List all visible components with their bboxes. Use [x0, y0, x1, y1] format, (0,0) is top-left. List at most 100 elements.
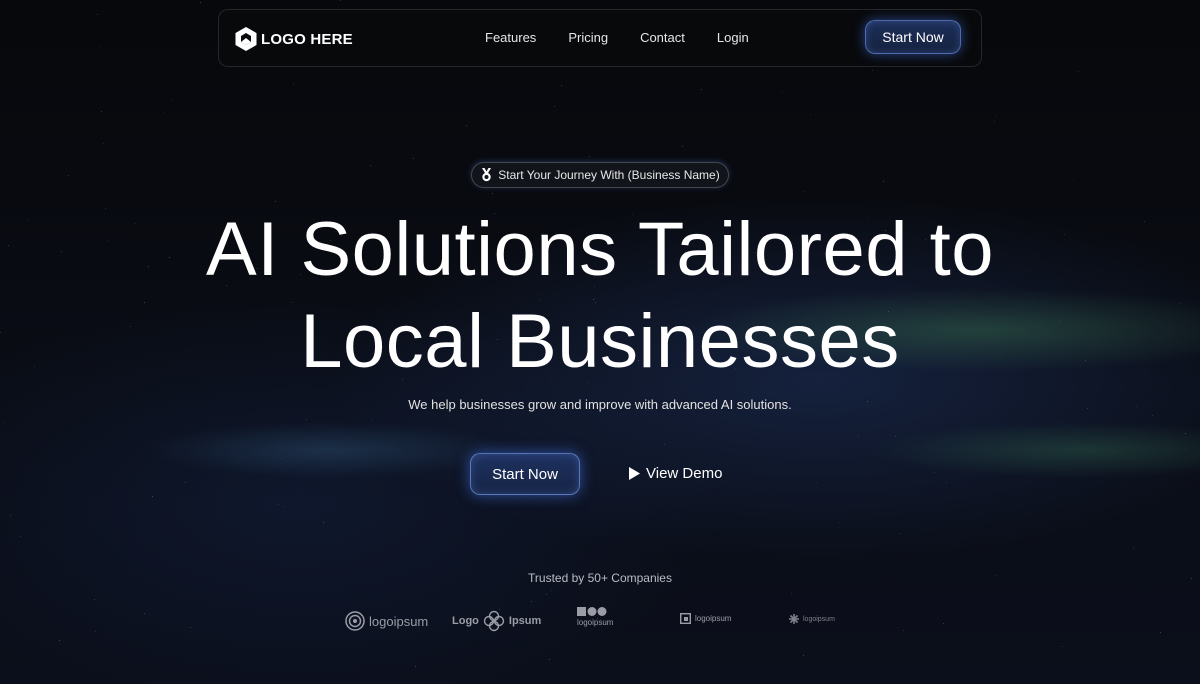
navbar: LOGO HERE Features Pricing Contact Login…: [218, 9, 982, 67]
star: [899, 533, 900, 534]
partner-logo-5: logoipsum: [789, 614, 835, 624]
star: [701, 89, 702, 90]
star: [561, 85, 562, 86]
star: [782, 92, 783, 93]
star: [413, 158, 414, 159]
nav-link-features[interactable]: Features: [485, 30, 536, 45]
nav-link-pricing[interactable]: Pricing: [568, 30, 608, 45]
star: [804, 191, 805, 192]
star: [99, 46, 100, 47]
partner-logo-2-left: Logo: [452, 615, 479, 627]
star: [200, 2, 201, 3]
star: [1186, 449, 1187, 450]
star: [531, 601, 532, 602]
medal-icon: [482, 168, 492, 182]
star: [682, 146, 683, 147]
star: [466, 125, 467, 126]
hero-start-now-button[interactable]: Start Now: [470, 453, 580, 495]
headline-line-1: AI Solutions Tailored to: [206, 207, 994, 292]
hero-badge: Start Your Journey With (Business Name): [471, 162, 729, 188]
star: [101, 111, 102, 112]
star: [872, 70, 873, 71]
hero-subtext: We help businesses grow and improve with…: [408, 397, 792, 412]
star: [283, 506, 284, 507]
play-icon: [629, 467, 640, 480]
star: [185, 482, 186, 483]
partner-logo-4: logoipsum: [680, 613, 731, 624]
star: [895, 436, 896, 437]
star: [816, 482, 817, 483]
star: [293, 83, 294, 84]
nav-link-contact[interactable]: Contact: [640, 30, 685, 45]
partner-logo-1: logoipsum: [345, 611, 428, 631]
view-demo-button[interactable]: View Demo: [628, 465, 722, 482]
star: [664, 444, 665, 445]
box-logo-icon: [680, 613, 691, 624]
partner-logo-1-text: logoipsum: [369, 613, 429, 629]
nav-links: Features Pricing Contact Login: [485, 30, 749, 45]
headline-line-2: Local Businesses: [300, 299, 900, 384]
star: [546, 594, 547, 595]
asterisk-logo-icon: [789, 614, 799, 624]
partner-logo-4-text: logoipsum: [695, 614, 732, 623]
star: [163, 112, 164, 113]
star: [1133, 547, 1134, 548]
star: [152, 496, 153, 497]
flower-logo-icon: [483, 610, 505, 632]
star: [839, 522, 840, 523]
hexagon-logo-icon: [235, 27, 257, 51]
star: [415, 666, 416, 667]
trusted-label: Trusted by 50+ Companies: [528, 571, 672, 585]
star: [554, 106, 555, 107]
star: [275, 201, 276, 202]
star: [20, 536, 21, 537]
star: [97, 14, 98, 15]
star: [791, 593, 792, 594]
star: [59, 640, 60, 641]
hero-headline: AI Solutions Tailored to Local Businesse…: [0, 204, 1200, 388]
view-demo-label: View Demo: [646, 465, 723, 482]
star: [340, 0, 341, 1]
star: [1185, 433, 1186, 434]
star: [1062, 646, 1063, 647]
star: [1073, 180, 1074, 181]
star: [549, 659, 550, 660]
logo-text: LOGO HERE: [261, 30, 353, 48]
star: [883, 181, 884, 182]
star: [803, 655, 804, 656]
partner-logo-2: Logo Ipsum: [452, 610, 541, 632]
star: [172, 100, 173, 101]
partner-logos: logoipsum Logo Ipsum logoipsum logoipsum: [0, 607, 1200, 637]
star: [934, 472, 935, 473]
partner-logo-3: logoipsum: [577, 607, 613, 627]
star: [68, 175, 69, 176]
partner-logo-2-right: Ipsum: [508, 615, 542, 627]
nav-start-now-button[interactable]: Start Now: [865, 20, 961, 54]
partner-logo-3-text: logoipsum: [577, 618, 614, 627]
star: [551, 590, 552, 591]
star: [371, 419, 372, 420]
star: [103, 143, 104, 144]
star: [492, 193, 493, 194]
spiral-logo-icon: [345, 611, 365, 631]
star: [1078, 71, 1079, 72]
star: [370, 165, 371, 166]
brand-logo[interactable]: LOGO HERE: [234, 26, 353, 52]
star: [946, 482, 947, 483]
star: [306, 419, 307, 420]
star: [994, 121, 995, 122]
nav-link-login[interactable]: Login: [717, 30, 749, 45]
star: [278, 504, 279, 505]
star: [10, 515, 11, 516]
star: [810, 114, 811, 115]
star: [995, 115, 996, 116]
partner-logo-5-text: logoipsum: [803, 615, 835, 623]
star: [858, 435, 859, 436]
star: [4, 422, 5, 423]
star: [94, 599, 95, 600]
star: [323, 522, 324, 523]
star: [589, 156, 590, 157]
star: [1152, 415, 1153, 416]
squares-circles-logo-icon: [577, 607, 607, 616]
star: [281, 458, 282, 459]
